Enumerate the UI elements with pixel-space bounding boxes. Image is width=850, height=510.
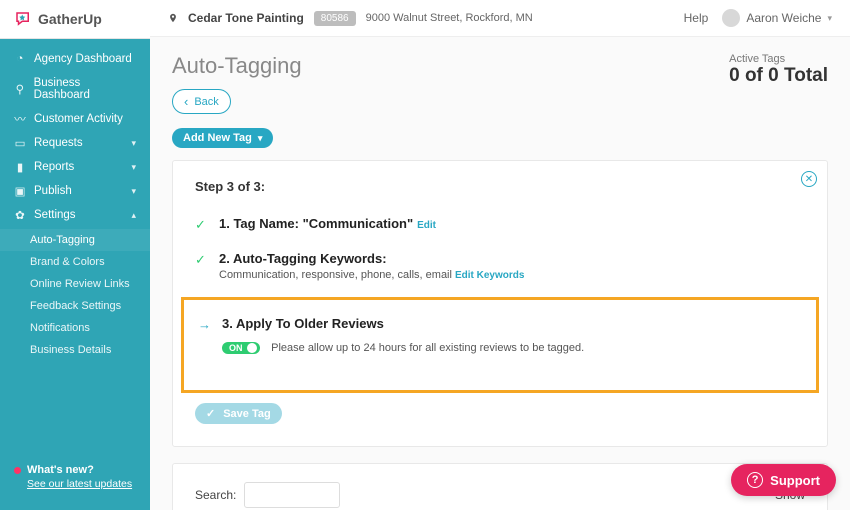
chevron-down-icon: ▾ bbox=[258, 133, 263, 144]
bar-icon: ▮ bbox=[14, 161, 26, 173]
step-3: → 3. Apply To Older Reviews ON Please al… bbox=[198, 310, 802, 366]
chevron-down-icon: ▾ bbox=[131, 138, 136, 149]
subnav-online-review-links[interactable]: Online Review Links bbox=[0, 273, 150, 295]
subnav-business-details[interactable]: Business Details bbox=[0, 339, 150, 361]
nav-agency-dashboard[interactable]: ◔Agency Dashboard bbox=[0, 47, 150, 71]
subnav-feedback-settings[interactable]: Feedback Settings bbox=[0, 295, 150, 317]
nav-publish[interactable]: ▣Publish▾ bbox=[0, 179, 150, 203]
brand-name: GatherUp bbox=[38, 11, 102, 27]
subnav-notifications[interactable]: Notifications bbox=[0, 317, 150, 339]
step-indicator: Step 3 of 3: bbox=[195, 179, 805, 194]
business-name: Cedar Tone Painting bbox=[188, 11, 304, 25]
apply-older-toggle[interactable]: ON bbox=[222, 342, 260, 354]
save-tag-button[interactable]: Save Tag bbox=[195, 403, 282, 424]
business-id-badge: 80586 bbox=[314, 11, 356, 26]
whats-new-link[interactable]: See our latest updates bbox=[14, 478, 136, 490]
active-tags-summary: Active Tags 0 of 0 Total bbox=[729, 53, 828, 87]
help-link[interactable]: Help bbox=[684, 11, 709, 25]
step-2: ✓ 2. Auto-Tagging Keywords: Communicatio… bbox=[195, 245, 805, 293]
pin-icon: ⚲ bbox=[14, 83, 26, 95]
chevron-down-icon: ▾ bbox=[131, 162, 136, 173]
chevron-up-icon: ▴ bbox=[131, 210, 136, 221]
arrow-right-icon: → bbox=[198, 317, 212, 332]
nav-settings[interactable]: ✿Settings▴ bbox=[0, 203, 150, 227]
gear-icon: ✿ bbox=[14, 209, 26, 221]
subnav-auto-tagging[interactable]: Auto-Tagging bbox=[0, 229, 150, 251]
sidebar: GatherUp ◔Agency Dashboard ⚲Business Das… bbox=[0, 0, 150, 510]
edit-tag-name-link[interactable]: Edit bbox=[417, 220, 436, 231]
chevron-down-icon: ▾ bbox=[827, 13, 832, 24]
nav-business-dashboard[interactable]: ⚲Business Dashboard bbox=[0, 71, 150, 107]
add-new-tag-button[interactable]: Add New Tag▾ bbox=[172, 128, 273, 148]
back-button[interactable]: Back bbox=[172, 89, 231, 114]
whats-new: What's new? See our latest updates bbox=[0, 452, 150, 510]
nav-requests[interactable]: ▭Requests▾ bbox=[0, 131, 150, 155]
wizard-card: ✕ Step 3 of 3: ✓ 1. Tag Name: "Communica… bbox=[172, 160, 828, 447]
edit-keywords-link[interactable]: Edit Keywords bbox=[455, 270, 524, 281]
logo-icon bbox=[14, 10, 32, 28]
support-button[interactable]: ? Support bbox=[731, 464, 836, 496]
main-nav: ◔Agency Dashboard ⚲Business Dashboard 〰C… bbox=[0, 39, 150, 375]
settings-submenu: Auto-Tagging Brand & Colors Online Revie… bbox=[0, 227, 150, 367]
check-icon: ✓ bbox=[195, 217, 209, 233]
search-label: Search: bbox=[195, 488, 236, 502]
nav-customer-activity[interactable]: 〰Customer Activity bbox=[0, 107, 150, 131]
publish-icon: ▣ bbox=[14, 185, 26, 197]
business-address: 9000 Walnut Street, Rockford, MN bbox=[366, 12, 533, 24]
nav-reports[interactable]: ▮Reports▾ bbox=[0, 155, 150, 179]
close-button[interactable]: ✕ bbox=[801, 171, 817, 187]
check-icon: ✓ bbox=[195, 252, 209, 268]
user-menu[interactable]: Aaron Weiche ▾ bbox=[722, 9, 832, 27]
subnav-brand-colors[interactable]: Brand & Colors bbox=[0, 251, 150, 273]
avatar-icon bbox=[722, 9, 740, 27]
brand-logo[interactable]: GatherUp bbox=[0, 0, 150, 39]
location-pin-icon bbox=[168, 11, 178, 25]
page-content: Auto-Tagging Back Active Tags 0 of 0 Tot… bbox=[150, 37, 850, 510]
topbar: Cedar Tone Painting 80586 9000 Walnut St… bbox=[150, 0, 850, 37]
gauge-icon: ◔ bbox=[14, 53, 26, 65]
toggle-knob-icon bbox=[247, 343, 257, 353]
search-input[interactable] bbox=[244, 482, 340, 508]
activity-icon: 〰 bbox=[14, 113, 26, 125]
user-name: Aaron Weiche bbox=[746, 11, 821, 25]
notification-dot-icon bbox=[14, 467, 21, 474]
step-1: ✓ 1. Tag Name: "Communication"Edit bbox=[195, 210, 805, 245]
step-3-highlight: → 3. Apply To Older Reviews ON Please al… bbox=[181, 297, 819, 393]
chat-icon: ▭ bbox=[14, 137, 26, 149]
main-region: Cedar Tone Painting 80586 9000 Walnut St… bbox=[150, 0, 850, 510]
tag-list-toolbar: Search: Show bbox=[172, 463, 828, 510]
help-icon: ? bbox=[747, 472, 763, 488]
page-title: Auto-Tagging bbox=[172, 53, 302, 79]
chevron-down-icon: ▾ bbox=[131, 186, 136, 197]
apply-note: Please allow up to 24 hours for all exis… bbox=[271, 342, 584, 354]
